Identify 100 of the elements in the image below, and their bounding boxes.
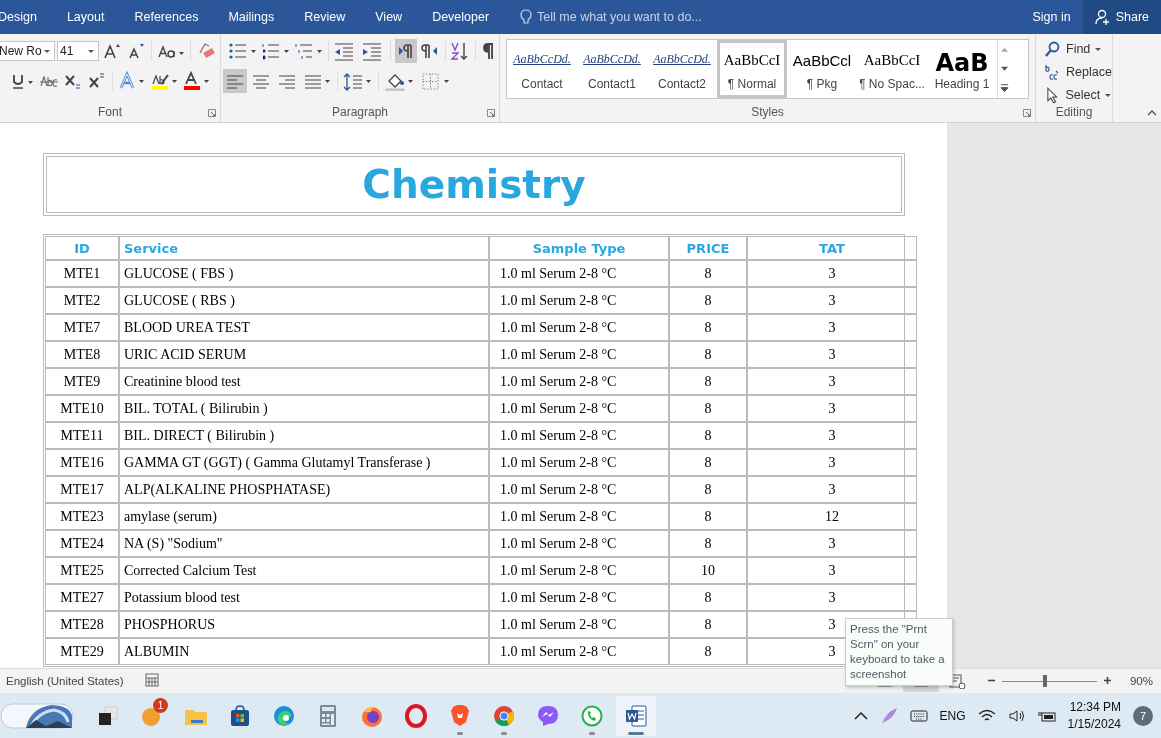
chevron-up-icon[interactable] [853, 710, 868, 721]
taskbar-app[interactable]: 1 [132, 695, 172, 736]
table-cell: 1.0 ml Serum 2-8 °C [490, 342, 668, 367]
table-cell: GLUCOSE ( FBS ) [120, 261, 488, 286]
web-layout-icon [947, 673, 966, 689]
left-to-right-button[interactable] [394, 39, 417, 63]
slider-thumb[interactable] [1042, 675, 1047, 687]
numbering-icon [261, 41, 290, 61]
style-item[interactable]: AaBbCcI ¶ No Spac... [857, 40, 927, 98]
table-cell: 3 [748, 288, 916, 313]
style-preview: AaBbCcI [863, 52, 921, 69]
style-name: ¶ Normal [727, 77, 777, 91]
table-cell: 8 [670, 288, 746, 313]
speaker-icon[interactable] [1007, 708, 1026, 723]
table-cell: MTE17 [46, 477, 118, 502]
table-cell: 1.0 ml Serum 2-8 °C [490, 450, 668, 475]
style-item[interactable]: AaBbCcDd. Contact [507, 40, 577, 98]
replace-button[interactable]: Replace [1044, 63, 1112, 81]
calculator-icon [317, 703, 339, 728]
ribbon-tab[interactable]: Mailings [213, 10, 290, 24]
table-cell: 1.0 ml Serum 2-8 °C [490, 504, 668, 529]
table-cell: 8 [670, 423, 746, 448]
dropdown-icon [87, 48, 95, 54]
ribbon-tab[interactable]: Review [289, 10, 361, 24]
table-cell: 8 [670, 369, 746, 394]
styles-gallery[interactable]: AaBbCcDd. Contact AaBbCcDd. Contact1 AaBbCcDd. Contact2 AaBbCcI ¶ Normal AaBbCcl ¶ Pkg AaBbCcI ¶ No Spac... AaB Heading 1 [506, 39, 1029, 99]
style-preview: AaBbCcDd. [583, 52, 641, 67]
notification-badge: 1 [153, 697, 168, 713]
style-item[interactable]: AaBbCcDd. Contact1 [577, 40, 647, 98]
wave-circle-icon [272, 703, 296, 728]
language-status[interactable]: English (United States) [6, 675, 124, 687]
style-preview: AaBbCcl [792, 52, 852, 69]
find-button[interactable]: Find [1044, 40, 1112, 58]
table-cell: BIL. DIRECT ( Bilirubin ) [120, 423, 488, 448]
column-header: PRICE [670, 237, 746, 259]
macro-icon[interactable] [144, 673, 159, 687]
ribbon-tab[interactable]: View [360, 10, 418, 24]
dialog-launcher-icon[interactable] [1023, 109, 1031, 117]
font-color-button[interactable] [181, 69, 211, 93]
table-cell: 1.0 ml Serum 2-8 °C [490, 288, 668, 313]
table-cell: 3 [748, 315, 916, 340]
font-name-field[interactable]: New Ro [0, 41, 55, 61]
style-item[interactable]: AaB Heading 1 [927, 40, 997, 98]
search-field[interactable]: Tell me what you want to do... [537, 10, 702, 24]
table-cell: MTE25 [46, 558, 118, 583]
table-cell: MTE23 [46, 504, 118, 529]
phone-bubble-icon [580, 703, 604, 728]
lightbulb-icon[interactable] [519, 8, 534, 26]
dialog-launcher-icon[interactable] [208, 109, 216, 117]
font-size-field[interactable]: 41 [57, 41, 99, 61]
table-cell: 1.0 ml Serum 2-8 °C [490, 369, 668, 394]
dropdown-icon [1104, 92, 1112, 98]
ribbon-tab[interactable]: Developer [417, 10, 505, 24]
collapse-ribbon-icon[interactable] [1147, 109, 1157, 116]
input-language[interactable]: ENG [939, 708, 966, 723]
style-preview: AaBbCcDd. [653, 52, 711, 67]
table-cell: MTE2 [46, 288, 118, 313]
table-cell: 1.0 ml Serum 2-8 °C [490, 396, 668, 421]
clock[interactable]: 12:34 PM 1/15/2024 [1067, 700, 1121, 731]
zoom-in-icon[interactable] [1102, 676, 1112, 685]
share-button[interactable]: Share [1082, 0, 1161, 34]
table-cell: PHOSPHORUS [120, 612, 488, 637]
text-effects-icon [118, 71, 146, 91]
taskbar-app[interactable] [616, 695, 656, 736]
column-header: ID [46, 237, 118, 259]
sort-icon [449, 41, 470, 61]
sign-in-link[interactable]: Sign in [1032, 10, 1071, 24]
wifi-icon[interactable] [977, 708, 996, 723]
shopping-bag-icon [228, 703, 252, 728]
table-cell: 3 [748, 585, 916, 610]
table-cell: BLOOD UREA TEST [120, 315, 488, 340]
ribbon-tab[interactable]: References [119, 10, 214, 24]
landscape-icon [0, 701, 74, 730]
style-item[interactable]: AaBbCcI ¶ Normal [717, 40, 787, 98]
style-item[interactable]: AaBbCcl ¶ Pkg [787, 40, 857, 98]
table-cell: 8 [670, 477, 746, 502]
chrome-circle-icon [492, 703, 516, 728]
zoom-level[interactable]: 90% [1129, 675, 1153, 687]
style-preview: AaB [935, 52, 989, 74]
table-cell: 1.0 ml Serum 2-8 °C [490, 531, 668, 556]
table-cell: amylase (serum) [120, 504, 488, 529]
multilevel-list-icon [294, 41, 323, 61]
table-cell: Corrected Calcium Test [120, 558, 488, 583]
time: 12:34 PM [1069, 700, 1121, 714]
table-cell: MTE10 [46, 396, 118, 421]
dialog-launcher-icon[interactable] [487, 109, 495, 117]
table-cell: 1.0 ml Serum 2-8 °C [490, 315, 668, 340]
bullets-icon [228, 41, 257, 61]
ribbon-tab[interactable]: Layout [51, 10, 120, 24]
table-cell: URIC ACID SERUM [120, 342, 488, 367]
keyboard-icon[interactable] [909, 708, 928, 723]
table-cell: MTE29 [46, 639, 118, 664]
shrink-font-icon [126, 41, 146, 61]
search-icon [1044, 40, 1062, 58]
notification-badge[interactable]: 7 [1133, 705, 1153, 726]
table-cell: MTE24 [46, 531, 118, 556]
table-cell: 8 [670, 531, 746, 556]
table-cell: 3 [748, 396, 916, 421]
style-item[interactable]: AaBbCcDd. Contact2 [647, 40, 717, 98]
select-button[interactable]: Select [1044, 86, 1112, 104]
